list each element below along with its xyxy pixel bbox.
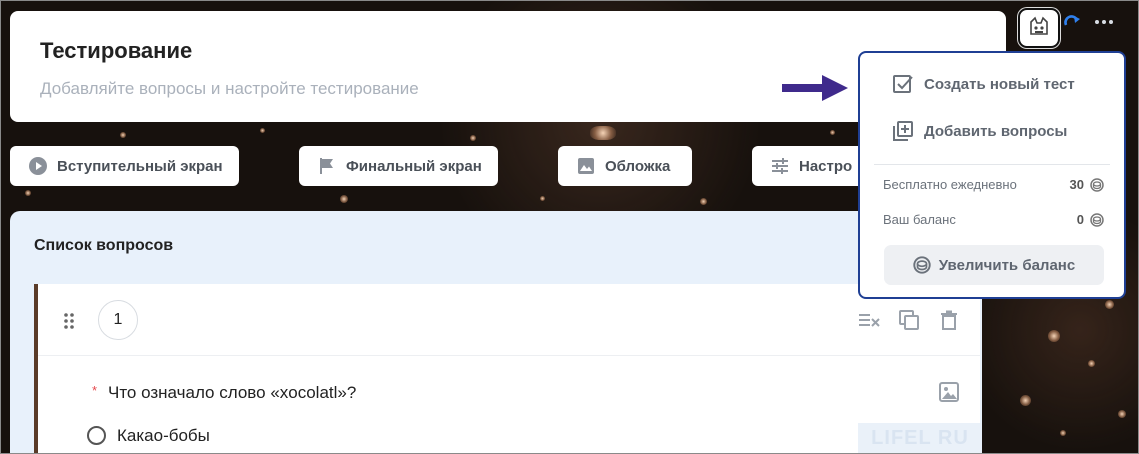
refresh-icon[interactable] — [1062, 13, 1082, 33]
question-text[interactable]: Что означало слово «xocolatl»? — [108, 383, 356, 403]
robot-avatar-icon — [1030, 16, 1048, 35]
tab-cover[interactable]: Обложка — [558, 146, 692, 186]
account-dropdown: Создать новый тест Добавить вопросы Бесп… — [858, 51, 1126, 299]
watermark: LIFEL RU — [858, 423, 982, 453]
question-card[interactable]: 1 * Что означало слово «xocolatl»? Какао… — [34, 284, 980, 454]
tab-label: Вступительный экран — [57, 157, 223, 175]
header-card: Тестирование Добавляйте вопросы и настро… — [10, 11, 1006, 122]
free-daily-row: Бесплатно ежедневно 30 — [883, 177, 1104, 192]
question-number: 1 — [98, 300, 138, 340]
flag-icon — [320, 158, 333, 174]
checkbox-icon — [893, 75, 913, 93]
tab-label: Финальный экран — [346, 157, 482, 175]
increase-balance-label: Увеличить баланс — [938, 256, 1076, 274]
menu-item-create-test[interactable]: Создать новый тест — [892, 73, 1075, 95]
tab-final-screen[interactable]: Финальный экран — [299, 146, 498, 186]
page-subtitle: Добавляйте вопросы и настройте тестирова… — [40, 79, 419, 98]
free-daily-value: 30 — [1069, 177, 1084, 192]
coin-icon — [1090, 212, 1104, 227]
page-title: Тестирование — [40, 38, 193, 63]
option-radio[interactable] — [87, 426, 106, 445]
balance-value: 0 — [1076, 212, 1084, 227]
clear-answers-icon[interactable] — [858, 309, 880, 331]
tab-label: Обложка — [605, 157, 671, 175]
option-text[interactable]: Какао-бобы — [117, 426, 210, 446]
more-icon[interactable] — [1094, 18, 1114, 26]
menu-item-add-questions[interactable]: Добавить вопросы — [892, 120, 1067, 142]
image-icon — [578, 158, 594, 174]
pointer-arrow-icon — [782, 75, 848, 101]
increase-balance-button[interactable]: Увеличить баланс — [884, 245, 1104, 285]
trash-icon[interactable] — [938, 309, 960, 331]
menu-item-label: Создать новый тест — [924, 75, 1075, 93]
tab-intro-screen[interactable]: Вступительный экран — [10, 146, 239, 186]
drag-handle-icon[interactable] — [63, 312, 75, 330]
required-mark: * — [92, 383, 98, 398]
sliders-icon — [772, 158, 788, 174]
add-box-icon — [893, 121, 913, 141]
coin-icon — [1090, 177, 1104, 192]
free-daily-label: Бесплатно ежедневно — [883, 177, 1017, 192]
play-circle-icon — [29, 157, 47, 175]
add-image-icon[interactable] — [938, 381, 960, 403]
tab-label: Настро — [799, 157, 853, 175]
coin-icon — [913, 256, 931, 274]
duplicate-icon[interactable] — [898, 309, 920, 331]
question-divider — [38, 355, 980, 356]
menu-item-label: Добавить вопросы — [924, 122, 1068, 140]
tab-settings[interactable]: Настро — [752, 146, 872, 186]
questions-title: Список вопросов — [34, 237, 174, 254]
balance-row: Ваш баланс 0 — [883, 212, 1104, 227]
dropdown-divider — [874, 164, 1110, 165]
user-avatar-button[interactable] — [1018, 8, 1060, 48]
balance-label: Ваш баланс — [883, 212, 956, 227]
